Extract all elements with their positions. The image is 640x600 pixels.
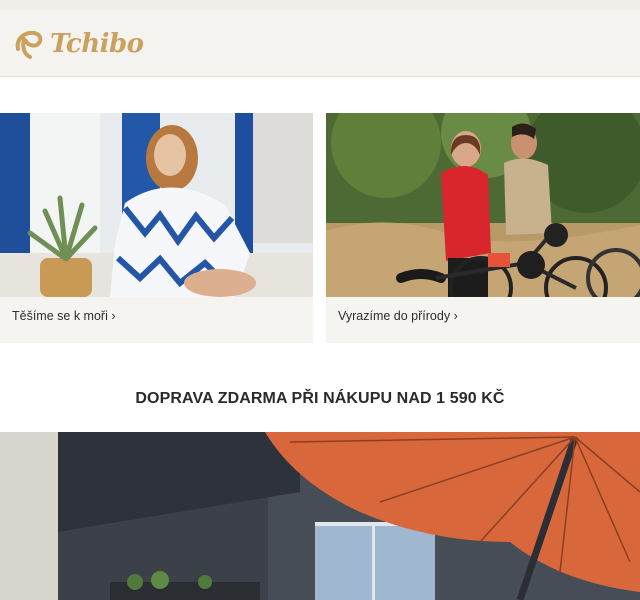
promo-image-couple-bicycles[interactable] — [326, 113, 640, 297]
site-header: Tchibo — [0, 0, 640, 77]
promo-link-sea-label: Těšíme se k moři — [12, 309, 108, 323]
tchibo-logo[interactable]: Tchibo — [12, 24, 144, 64]
header-top-strip — [0, 0, 640, 10]
free-shipping-banner: DOPRAVA ZDARMA PŘI NÁKUPU NAD 1 590 KČ — [135, 390, 505, 407]
orange-parasol-terrace-icon — [0, 432, 640, 600]
sea-scene-illustration — [0, 113, 313, 297]
nature-scene-illustration — [326, 113, 640, 297]
hero-image-parasol[interactable] — [0, 432, 640, 600]
promo-link-nature-label: Vyrazíme do přírody — [338, 309, 451, 323]
promo-link-sea[interactable]: Těšíme se k moři › — [12, 309, 116, 323]
chevron-right-icon: › — [453, 309, 458, 323]
promo-link-nature[interactable]: Vyrazíme do přírody › — [338, 309, 458, 323]
logo-wordmark: Tchibo — [50, 29, 144, 59]
promo-image-woman-patterned-dress[interactable] — [0, 113, 313, 297]
chevron-right-icon: › — [111, 309, 116, 323]
tchibo-coffee-bean-icon — [15, 30, 43, 59]
promo-card-nature[interactable]: Vyrazíme do přírody › — [326, 113, 640, 343]
promo-card-sea[interactable]: Těšíme se k moři › — [0, 113, 313, 343]
